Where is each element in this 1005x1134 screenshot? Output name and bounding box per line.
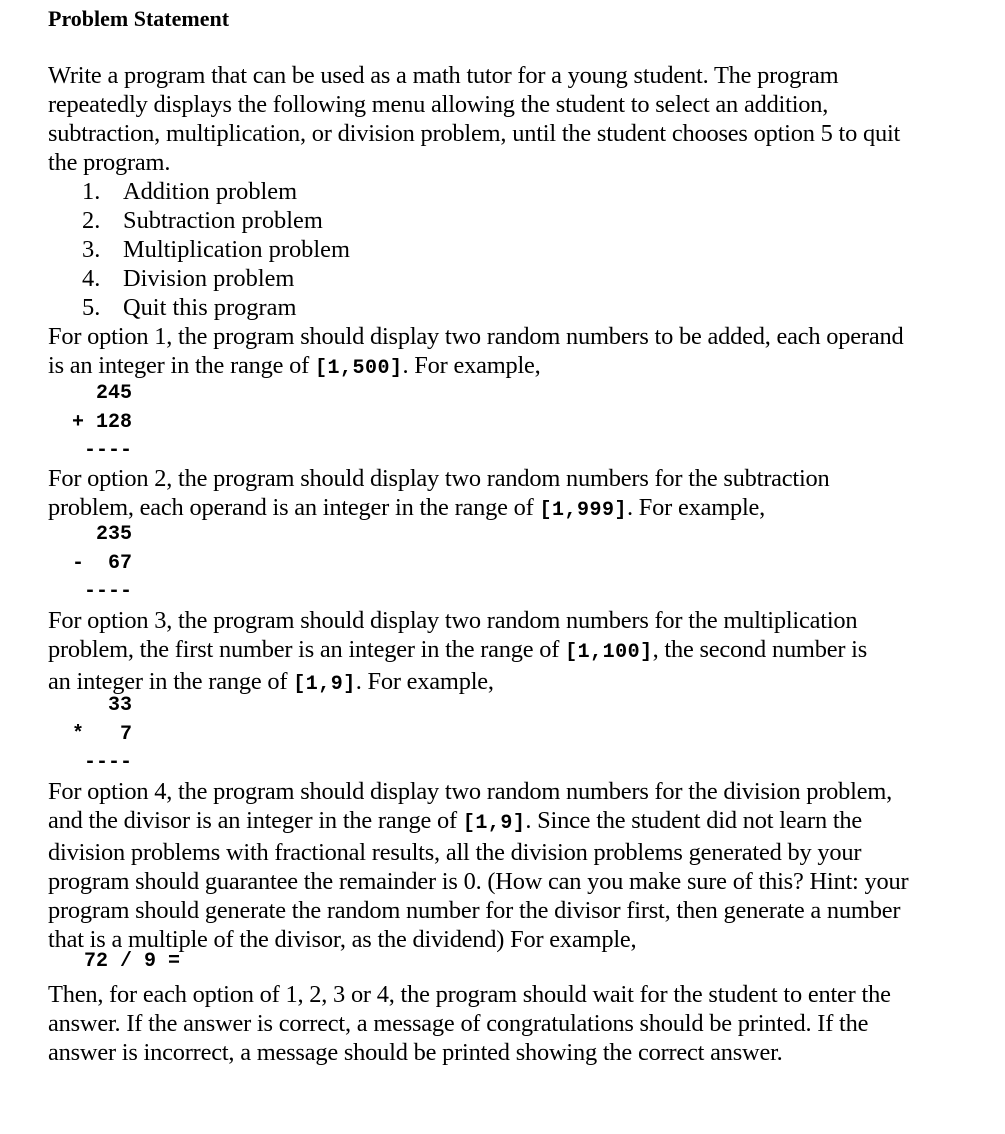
closing-line: answer. If the answer is correct, a mess… xyxy=(48,1010,869,1037)
menu-item-number: 1. xyxy=(82,178,101,205)
option1-line: is an integer in the range of [1,500]. F… xyxy=(48,351,968,383)
option2-line: problem, each operand is an integer in t… xyxy=(48,493,968,525)
option4-range: [1,9] xyxy=(462,812,526,835)
option3-line: problem, the first number is an integer … xyxy=(48,635,968,667)
menu-item: 2. Subtraction problem xyxy=(82,206,350,235)
menu-item-label: Subtraction problem xyxy=(123,207,323,234)
addition-example: 245 + 128 ---- xyxy=(48,380,132,466)
option3-text: . For example, xyxy=(355,668,494,695)
intro-paragraph: Write a program that can be used as a ma… xyxy=(48,61,968,177)
option4-text: and the divisor is an integer in the ran… xyxy=(48,807,463,834)
option4-line: program should guarantee the remainder i… xyxy=(48,868,909,895)
option3-paragraph: For option 3, the program should display… xyxy=(48,606,968,699)
menu-item-number: 3. xyxy=(82,236,101,263)
option4-line: that is a multiple of the divisor, as th… xyxy=(48,926,637,953)
intro-line: subtraction, multiplication, or division… xyxy=(48,120,901,147)
menu-item-label: Multiplication problem xyxy=(123,236,350,263)
intro-line: the program. xyxy=(48,149,171,176)
option4-paragraph: For option 4, the program should display… xyxy=(48,777,968,954)
option4-line: program should generate the random numbe… xyxy=(48,897,901,924)
option3-text: , the second number is xyxy=(652,636,868,663)
division-example-line: 72 / 9 = xyxy=(48,950,181,973)
menu-item: 3. Multiplication problem xyxy=(82,235,350,264)
addition-example-line: 245 xyxy=(48,382,133,405)
option2-text: . For example, xyxy=(626,494,766,521)
multiplication-example-line: ---- xyxy=(48,751,133,774)
option4-line: and the divisor is an integer in the ran… xyxy=(48,806,968,838)
option4-text: . Since the student did not learn the xyxy=(525,807,863,834)
menu-item-number: 4. xyxy=(82,265,101,292)
multiplication-example-line: 33 xyxy=(48,694,133,717)
menu-item-label: Division problem xyxy=(123,265,295,292)
menu-item-label: Addition problem xyxy=(123,178,298,205)
intro-line: Write a program that can be used as a ma… xyxy=(48,62,839,89)
option1-line: For option 1, the program should display… xyxy=(48,323,904,350)
option2-line: For option 2, the program should display… xyxy=(48,465,830,492)
option3-text: problem, the first number is an integer … xyxy=(48,636,566,663)
subtraction-example-line: - 67 xyxy=(48,551,133,575)
menu-item-number: 2. xyxy=(82,207,101,234)
subtraction-example-line: 235 xyxy=(48,523,133,546)
menu-item-number: 5. xyxy=(82,294,101,321)
option3-line: an integer in the range of [1,9]. For ex… xyxy=(48,667,968,699)
closing-line: Then, for each option of 1, 2, 3 or 4, t… xyxy=(48,981,891,1008)
menu-item: 4. Division problem xyxy=(82,264,350,293)
closing-paragraph: Then, for each option of 1, 2, 3 or 4, t… xyxy=(48,980,968,1067)
option3-text: an integer in the range of xyxy=(48,668,294,695)
option4-line: For option 4, the program should display… xyxy=(48,778,893,805)
option3-range-first: [1,100] xyxy=(565,641,653,664)
option4-line: division problems with fractional result… xyxy=(48,839,862,866)
multiplication-example-line: * 7 xyxy=(48,722,133,746)
subtraction-example-line: ---- xyxy=(48,580,133,603)
option2-range: [1,999] xyxy=(539,499,627,522)
intro-line: repeatedly displays the following menu a… xyxy=(48,91,829,118)
division-example: 72 / 9 = xyxy=(48,948,180,977)
option1-text: . For example, xyxy=(402,352,541,379)
option2-paragraph: For option 2, the program should display… xyxy=(48,464,968,525)
option1-text: is an integer in the range of xyxy=(48,352,315,379)
subtraction-example: 235 - 67 ---- xyxy=(48,521,132,607)
option3-range-second: [1,9] xyxy=(293,673,356,696)
option1-range: [1,500] xyxy=(314,357,403,380)
option2-text: problem, each operand is an integer in t… xyxy=(48,494,540,521)
menu-list: 1. Addition problem 2. Subtraction problem… xyxy=(82,177,350,322)
multiplication-example: 33 * 7 ---- xyxy=(48,692,132,778)
menu-item-label: Quit this program xyxy=(123,294,297,321)
page-title: Problem Statement xyxy=(48,6,230,31)
menu-item: 5. Quit this program xyxy=(82,293,350,322)
addition-example-line: ---- xyxy=(48,439,133,462)
addition-example-line: + 128 xyxy=(48,410,133,434)
option3-line: For option 3, the program should display… xyxy=(48,607,858,634)
menu-item: 1. Addition problem xyxy=(82,177,350,206)
closing-line: answer is incorrect, a message should be… xyxy=(48,1039,783,1066)
option1-paragraph: For option 1, the program should display… xyxy=(48,322,968,383)
